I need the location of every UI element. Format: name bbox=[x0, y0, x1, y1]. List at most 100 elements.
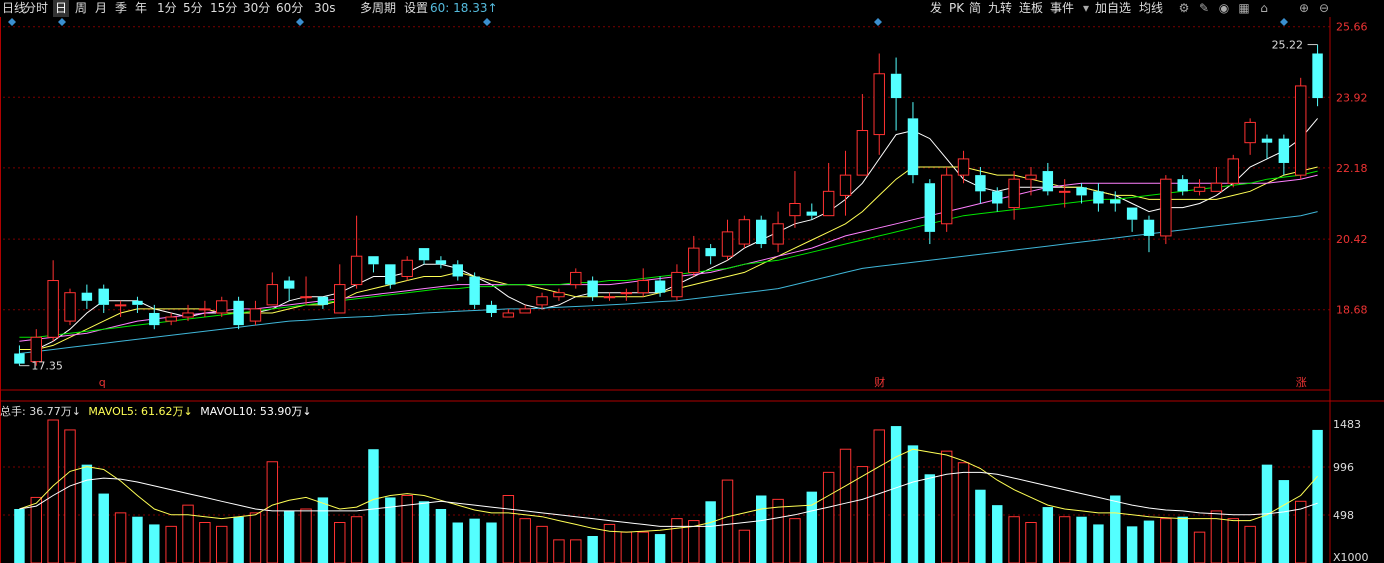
volume-bar bbox=[502, 495, 515, 563]
candle-body bbox=[975, 175, 986, 192]
candle bbox=[1177, 175, 1188, 196]
volume-ma-lines bbox=[19, 448, 1318, 533]
price-tick-label: 18.68 bbox=[1336, 304, 1368, 317]
candle bbox=[216, 296, 228, 318]
price-tick-label: 20.42 bbox=[1336, 233, 1368, 246]
axes bbox=[0, 17, 1384, 563]
candle bbox=[1261, 134, 1273, 159]
event-marker: q bbox=[99, 376, 106, 389]
volume-bar bbox=[1093, 524, 1104, 563]
candle-body bbox=[1312, 53, 1323, 99]
candle bbox=[637, 268, 649, 297]
candle-body bbox=[1025, 174, 1037, 180]
volume-tick-label: 1483 bbox=[1333, 418, 1361, 431]
candle bbox=[975, 167, 986, 204]
candle-body bbox=[334, 284, 346, 314]
candle-body bbox=[772, 223, 784, 245]
candle bbox=[789, 171, 801, 228]
volume-bar bbox=[334, 522, 346, 563]
candle-body bbox=[452, 264, 463, 277]
candle-body bbox=[249, 308, 262, 322]
candle-body bbox=[1126, 207, 1138, 220]
candle bbox=[721, 219, 734, 261]
candle bbox=[570, 268, 582, 289]
volume-bar bbox=[992, 505, 1003, 563]
candlesticks bbox=[14, 44, 1323, 366]
candle-body bbox=[755, 219, 767, 245]
candle-body bbox=[738, 219, 751, 245]
candle-body bbox=[806, 211, 818, 216]
volume-bar bbox=[47, 419, 59, 563]
volume-bar bbox=[772, 498, 784, 563]
candle-body bbox=[81, 292, 93, 301]
volume-bar bbox=[940, 450, 953, 563]
candle-body bbox=[149, 312, 160, 326]
candle-body bbox=[30, 336, 43, 363]
volume-mavol10: MAVOL10: 53.90万↓ bbox=[200, 405, 312, 418]
candle-body bbox=[64, 292, 76, 322]
candle-body bbox=[502, 312, 515, 318]
volume-bar bbox=[637, 531, 649, 563]
candle-body bbox=[839, 174, 852, 196]
candle bbox=[856, 94, 869, 176]
volume-bar bbox=[1076, 516, 1087, 563]
candle-body bbox=[1093, 191, 1104, 204]
candle-body bbox=[570, 271, 582, 286]
candle-body bbox=[789, 203, 801, 217]
candle bbox=[1143, 215, 1155, 253]
volume-tick-label: 996 bbox=[1333, 461, 1354, 474]
volume-bar bbox=[317, 497, 329, 563]
volume-bar bbox=[216, 525, 228, 563]
candle-body bbox=[620, 292, 633, 295]
volume-bar bbox=[64, 429, 76, 563]
candle bbox=[350, 215, 363, 289]
volume-bar bbox=[98, 493, 109, 563]
volume-bars bbox=[14, 419, 1323, 563]
candle bbox=[81, 284, 93, 309]
volume-bar bbox=[132, 516, 143, 563]
volume-bar bbox=[789, 518, 801, 563]
candle-body bbox=[705, 248, 716, 257]
ma-line-ma60 bbox=[19, 211, 1318, 354]
volume-bar bbox=[1177, 516, 1188, 563]
volume-bar bbox=[1278, 480, 1290, 563]
candle-body bbox=[182, 312, 194, 318]
candle bbox=[334, 264, 346, 314]
candle bbox=[98, 284, 109, 313]
candle bbox=[283, 276, 295, 301]
candle bbox=[806, 203, 818, 220]
candle bbox=[1244, 118, 1256, 155]
candle-body bbox=[1008, 178, 1020, 209]
volume-bar bbox=[839, 448, 852, 563]
candle bbox=[435, 256, 447, 269]
volume-bar bbox=[350, 516, 363, 563]
candle bbox=[1294, 77, 1307, 180]
candle-body bbox=[992, 191, 1003, 204]
volume-bar bbox=[114, 512, 127, 563]
low-price-label: 17.35 bbox=[31, 360, 63, 373]
candle-body bbox=[368, 256, 379, 265]
volume-bar bbox=[452, 522, 463, 563]
candle-body bbox=[266, 284, 279, 306]
event-marker: 涨 bbox=[1296, 376, 1307, 389]
candle-body bbox=[317, 296, 329, 305]
event-diamond bbox=[874, 18, 882, 26]
volume-bar bbox=[975, 489, 986, 563]
volume-bar bbox=[587, 536, 598, 563]
ma-line-ma5 bbox=[19, 118, 1318, 350]
candle bbox=[1312, 44, 1323, 107]
candle bbox=[401, 256, 413, 281]
candle-body bbox=[587, 280, 598, 297]
volume-bar bbox=[199, 522, 211, 563]
candle bbox=[755, 215, 767, 249]
candle bbox=[1076, 183, 1087, 204]
volume-tick-label: X1000 bbox=[1333, 551, 1369, 563]
candle bbox=[1210, 167, 1223, 192]
volume-bar bbox=[266, 461, 279, 563]
volume-bar bbox=[1244, 525, 1256, 563]
candle bbox=[452, 260, 463, 281]
candle-body bbox=[1193, 186, 1206, 192]
kline-chart[interactable]: 25.66 23.92 22.18 20.42 18.68 1483 996 498 X1000… bbox=[0, 0, 1384, 563]
volume-bar bbox=[806, 491, 818, 563]
volume-bar bbox=[1025, 522, 1037, 563]
